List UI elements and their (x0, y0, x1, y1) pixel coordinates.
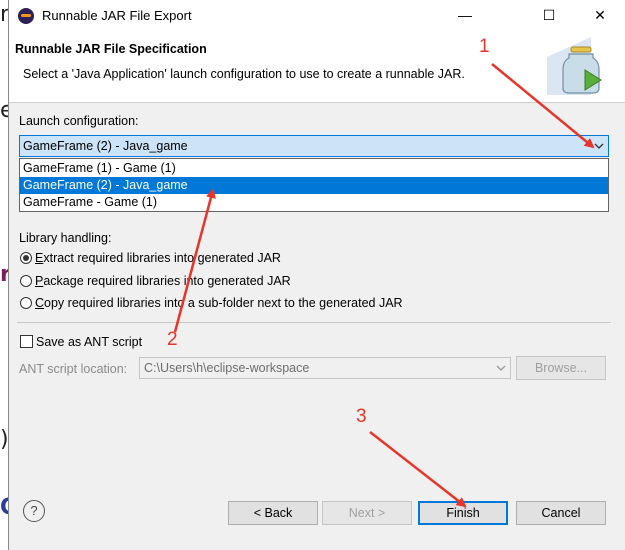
divider (17, 322, 611, 323)
window-title: Runnable JAR File Export (42, 8, 192, 23)
browse-button[interactable]: Browse... (516, 356, 606, 380)
next-button[interactable]: Next > (322, 501, 412, 525)
ant-location-combo[interactable]: C:\Users\h\eclipse-workspace (139, 357, 511, 379)
jar-export-icon (547, 37, 602, 95)
launch-configuration-value: GameFrame (2) - Java_game (23, 139, 188, 153)
annotation-number: 1 (479, 36, 490, 57)
package-libraries-label[interactable]: Package required libraries into generate… (35, 274, 291, 288)
minimize-button[interactable]: — (442, 0, 488, 31)
annotation-number: 2 (167, 329, 178, 350)
launch-configuration-dropdown: GameFrame (1) - Game (1) GameFrame (2) -… (19, 158, 609, 212)
eclipse-icon (18, 8, 34, 24)
launch-configuration-label: Launch configuration: (19, 114, 139, 128)
dropdown-option-selected[interactable]: GameFrame (2) - Java_game (20, 177, 608, 194)
chevron-down-icon[interactable] (594, 142, 604, 150)
back-button[interactable]: < Back (228, 501, 318, 525)
dropdown-option[interactable]: GameFrame - Game (1) (20, 194, 608, 211)
finish-button[interactable]: Finish (418, 501, 508, 525)
cancel-button[interactable]: Cancel (516, 501, 606, 525)
save-ant-script-label[interactable]: Save as ANT script (36, 335, 142, 349)
page-description: Select a 'Java Application' launch confi… (23, 67, 465, 81)
extract-libraries-radio[interactable] (20, 252, 32, 264)
page-title: Runnable JAR File Specification (15, 42, 207, 56)
title-bar: Runnable JAR File Export — ☐ ✕ (9, 0, 625, 31)
library-handling-label: Library handling: (19, 231, 112, 245)
ant-location-label: ANT script location: (19, 362, 128, 376)
chevron-down-icon[interactable] (496, 364, 506, 372)
maximize-button[interactable]: ☐ (526, 0, 572, 31)
annotation-number: 3 (356, 406, 367, 427)
launch-configuration-combo[interactable]: GameFrame (2) - Java_game (19, 135, 609, 157)
extract-libraries-label[interactable]: Extract required libraries into generate… (35, 251, 281, 265)
wizard-header: Runnable JAR File Specification Select a… (9, 31, 625, 103)
close-button[interactable]: ✕ (577, 0, 623, 31)
copy-libraries-label[interactable]: Copy required libraries into a sub-folde… (35, 296, 403, 310)
ant-location-value: C:\Users\h\eclipse-workspace (144, 361, 310, 375)
package-libraries-radio[interactable] (20, 275, 32, 287)
background-window-strip: r e r ) G (0, 0, 18, 550)
copy-libraries-radio[interactable] (20, 297, 32, 309)
save-ant-script-checkbox[interactable] (20, 335, 33, 348)
dropdown-option[interactable]: GameFrame (1) - Game (1) (20, 160, 608, 177)
help-icon[interactable]: ? (23, 500, 45, 522)
export-dialog: Runnable JAR File Export — ☐ ✕ Runnable … (8, 0, 625, 550)
